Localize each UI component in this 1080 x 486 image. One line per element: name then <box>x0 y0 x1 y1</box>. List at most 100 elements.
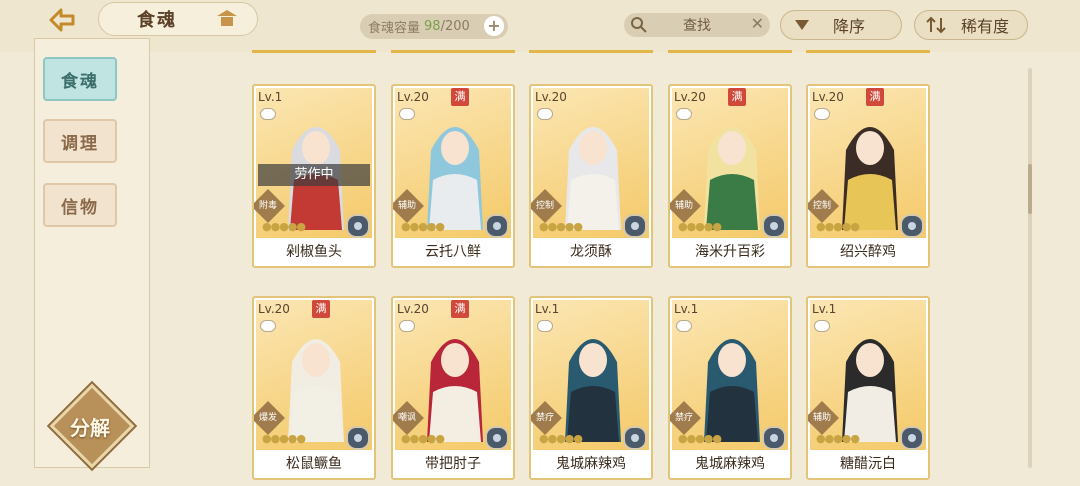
character-name: 鬼城麻辣鸡 <box>670 450 790 478</box>
sidebar-item-label: 信物 <box>61 197 99 218</box>
level-label: Lv.20 <box>812 90 844 104</box>
sort-by-button[interactable]: 稀有度 <box>914 10 1028 40</box>
sort-arrows-icon <box>926 16 946 34</box>
element-icon <box>762 214 786 238</box>
chat-bubble-icon <box>814 108 830 120</box>
character-card[interactable]: Lv.20 满辅助 ●●●●● 云托八鲜 <box>391 84 515 268</box>
star-rating: ●●●●● <box>816 220 860 233</box>
character-card[interactable]: Lv.20 控制 ●●●●● 龙须酥 <box>529 84 653 268</box>
element-icon <box>485 426 509 450</box>
role-label: 附毒 <box>258 201 277 211</box>
level-label: Lv.1 <box>535 302 560 316</box>
star-rating: ●●●●● <box>816 432 860 445</box>
clear-search-icon[interactable]: ✕ <box>751 14 764 33</box>
back-button[interactable] <box>40 4 84 36</box>
search-input[interactable]: 查找 ✕ <box>624 13 770 37</box>
character-card[interactable]: Lv.20 满辅助 ●●●●● 海米升百彩 <box>668 84 792 268</box>
star-rating: ●●●●● <box>678 220 722 233</box>
character-figure <box>565 127 621 230</box>
sort-order-label: 降序 <box>833 17 866 36</box>
chat-bubble-icon <box>399 320 415 332</box>
max-level-badge: 满 <box>866 88 884 106</box>
capacity-current: 98 <box>424 19 441 34</box>
chat-bubble-icon <box>537 320 553 332</box>
capacity-add-button[interactable]: + <box>484 16 504 36</box>
star-rating: ●●●●● <box>262 220 306 233</box>
star-rating: ●●●●● <box>262 432 306 445</box>
sidebar-item-shihun[interactable]: 食魂 <box>43 57 117 101</box>
character-name: 剁椒鱼头 <box>254 238 374 266</box>
sort-by-label: 稀有度 <box>961 17 1010 36</box>
character-figure <box>842 339 898 442</box>
decompose-button[interactable]: 分解 <box>49 383 135 469</box>
sidebar-item-tiaoli[interactable]: 调理 <box>43 119 117 163</box>
sort-order-button[interactable]: 降序 <box>780 10 902 40</box>
capacity-max: /200 <box>440 19 470 34</box>
star-rating: ●●●●● <box>401 432 445 445</box>
pagoda-icon[interactable] <box>216 8 238 28</box>
character-name: 糖醋沅白 <box>808 450 928 478</box>
element-icon <box>346 426 370 450</box>
sidebar-item-label: 调理 <box>61 133 99 154</box>
character-card[interactable]: Lv.20 满控制 ●●●●● 绍兴醉鸡 <box>806 84 930 268</box>
character-card[interactable]: Lv.1 劳作中 附毒 ●●●●● 剁椒鱼头 <box>252 84 376 268</box>
role-label: 嘲讽 <box>397 413 416 423</box>
character-name: 龙须酥 <box>531 238 651 266</box>
character-card[interactable]: Lv.1 禁疗 ●●●●● 鬼城麻辣鸡 <box>668 296 792 480</box>
level-label: Lv.20 <box>397 302 429 316</box>
character-figure <box>704 339 760 442</box>
max-level-badge: 满 <box>728 88 746 106</box>
level-label: Lv.1 <box>812 302 837 316</box>
role-label: 辅助 <box>812 413 831 423</box>
character-card[interactable]: Lv.20 满爆发 ●●●●● 松鼠鳜鱼 <box>252 296 376 480</box>
role-label: 禁疗 <box>674 413 693 423</box>
chat-bubble-icon <box>676 320 692 332</box>
decompose-label: 分解 <box>70 416 110 440</box>
role-label: 辅助 <box>397 201 416 211</box>
character-figure <box>288 339 344 442</box>
role-label: 控制 <box>535 201 554 211</box>
element-icon <box>762 426 786 450</box>
character-figure <box>842 127 898 230</box>
element-icon <box>623 214 647 238</box>
level-label: Lv.20 <box>258 302 290 316</box>
level-label: Lv.1 <box>674 302 699 316</box>
scrollbar-thumb[interactable] <box>1028 164 1032 214</box>
scrollbar[interactable] <box>1028 68 1032 468</box>
back-arrow-icon <box>49 8 75 32</box>
star-rating: ●●●●● <box>401 220 445 233</box>
max-level-badge: 满 <box>312 300 330 318</box>
role-label: 禁疗 <box>535 413 554 423</box>
level-label: Lv.20 <box>674 90 706 104</box>
chat-bubble-icon <box>676 108 692 120</box>
element-icon <box>623 426 647 450</box>
chat-bubble-icon <box>260 108 276 120</box>
search-placeholder: 查找 <box>683 18 711 34</box>
character-figure <box>427 339 483 442</box>
character-card[interactable]: Lv.1 辅助 ●●●●● 糖醋沅白 <box>806 296 930 480</box>
chat-bubble-icon <box>537 108 553 120</box>
chat-bubble-icon <box>260 320 276 332</box>
character-card[interactable]: Lv.1 禁疗 ●●●●● 鬼城麻辣鸡 <box>529 296 653 480</box>
chat-bubble-icon <box>399 108 415 120</box>
character-name: 松鼠鳜鱼 <box>254 450 374 478</box>
role-label: 爆发 <box>258 413 277 423</box>
element-icon <box>346 214 370 238</box>
character-figure <box>704 127 760 230</box>
element-icon <box>900 426 924 450</box>
character-card-grid: Lv.1 劳作中 附毒 ●●●●● 剁椒鱼头 Lv.20 满辅助 ●●●●● 云托八鲜 Lv.… <box>252 84 932 480</box>
star-rating: ●●●●● <box>678 432 722 445</box>
character-name: 云托八鲜 <box>393 238 513 266</box>
sidebar-item-xinwu[interactable]: 信物 <box>43 183 117 227</box>
max-level-badge: 满 <box>451 300 469 318</box>
chat-bubble-icon <box>814 320 830 332</box>
star-rating: ●●●●● <box>539 220 583 233</box>
character-card[interactable]: Lv.20 满嘲讽 ●●●●● 带把肘子 <box>391 296 515 480</box>
element-icon <box>485 214 509 238</box>
capacity-display: 食魂容量 98 /200 + <box>360 14 508 39</box>
triangle-down-icon <box>795 20 809 30</box>
page-title: 食魂 <box>137 10 177 31</box>
character-name: 带把肘子 <box>393 450 513 478</box>
max-level-badge: 满 <box>451 88 469 106</box>
star-rating: ●●●●● <box>539 432 583 445</box>
